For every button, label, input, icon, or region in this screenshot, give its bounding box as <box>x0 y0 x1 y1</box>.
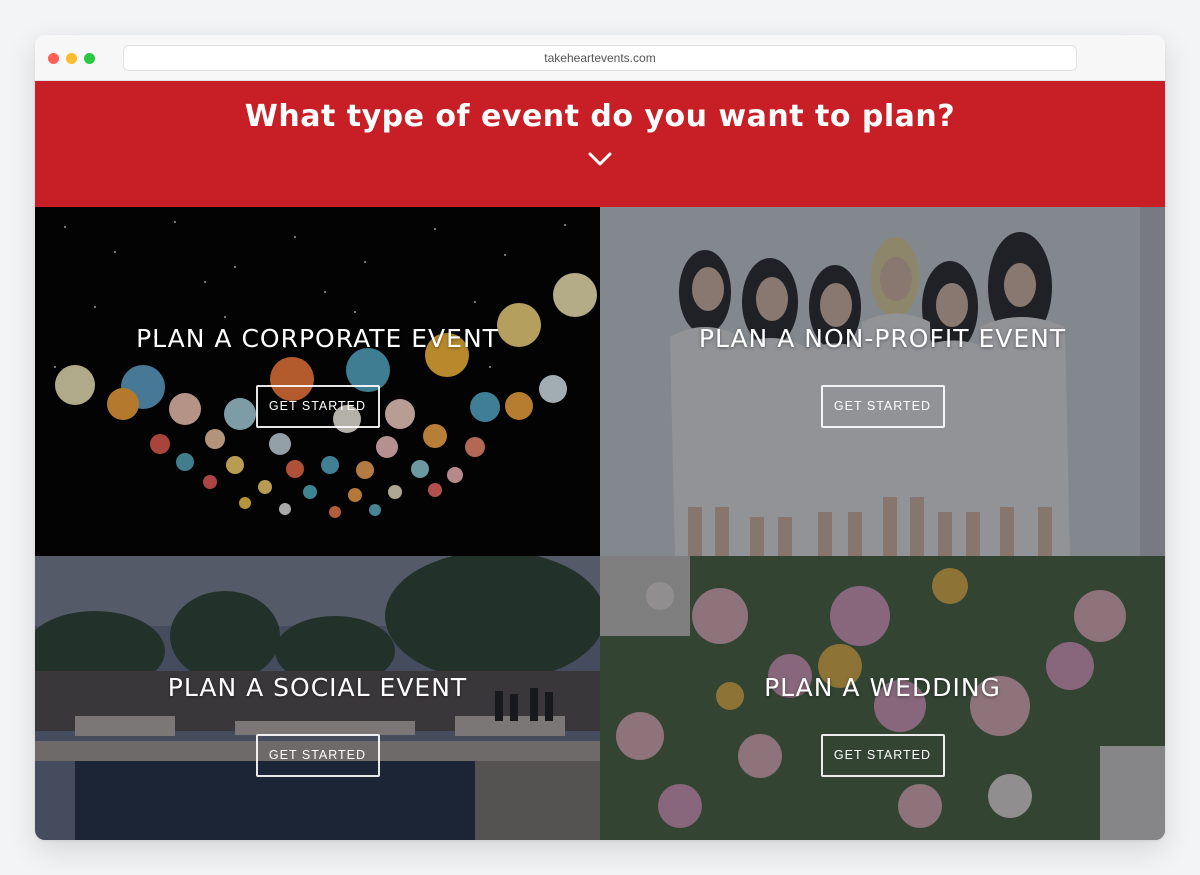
browser-toolbar: takeheartevents.com <box>35 35 1165 81</box>
event-tiles-grid: PLAN A CORPORATE EVENT GET STARTED PLAN … <box>35 207 1165 840</box>
tile-title: PLAN A CORPORATE EVENT <box>136 324 499 353</box>
event-type-banner: What type of event do you want to plan? <box>35 81 1165 207</box>
corporate-event-tile[interactable]: PLAN A CORPORATE EVENT GET STARTED <box>35 207 600 556</box>
tile-title: PLAN A SOCIAL EVENT <box>167 673 468 702</box>
browser-window: takeheartevents.com What type of event d… <box>35 35 1165 840</box>
minimize-window-button[interactable] <box>66 53 77 64</box>
wedding-tile[interactable]: PLAN A WEDDING GET STARTED <box>600 556 1165 840</box>
get-started-button-social[interactable]: GET STARTED <box>255 734 380 777</box>
banner-heading: What type of event do you want to plan? <box>244 99 956 134</box>
get-started-button-corporate[interactable]: GET STARTED <box>255 385 380 428</box>
photo-overlay <box>600 207 1165 556</box>
chevron-down-icon[interactable] <box>588 151 612 167</box>
tile-title: PLAN A NON-PROFIT EVENT <box>698 324 1067 353</box>
maximize-window-button[interactable] <box>84 53 95 64</box>
non-profit-event-tile[interactable]: PLAN A NON-PROFIT EVENT GET STARTED <box>600 207 1165 556</box>
social-event-tile[interactable]: PLAN A SOCIAL EVENT GET STARTED <box>35 556 600 840</box>
get-started-button-non-profit[interactable]: GET STARTED <box>820 385 945 428</box>
get-started-button-wedding[interactable]: GET STARTED <box>820 734 945 777</box>
address-bar[interactable]: takeheartevents.com <box>123 45 1077 71</box>
photo-overlay <box>35 207 600 556</box>
close-window-button[interactable] <box>48 53 59 64</box>
tile-title: PLAN A WEDDING <box>764 673 1001 702</box>
